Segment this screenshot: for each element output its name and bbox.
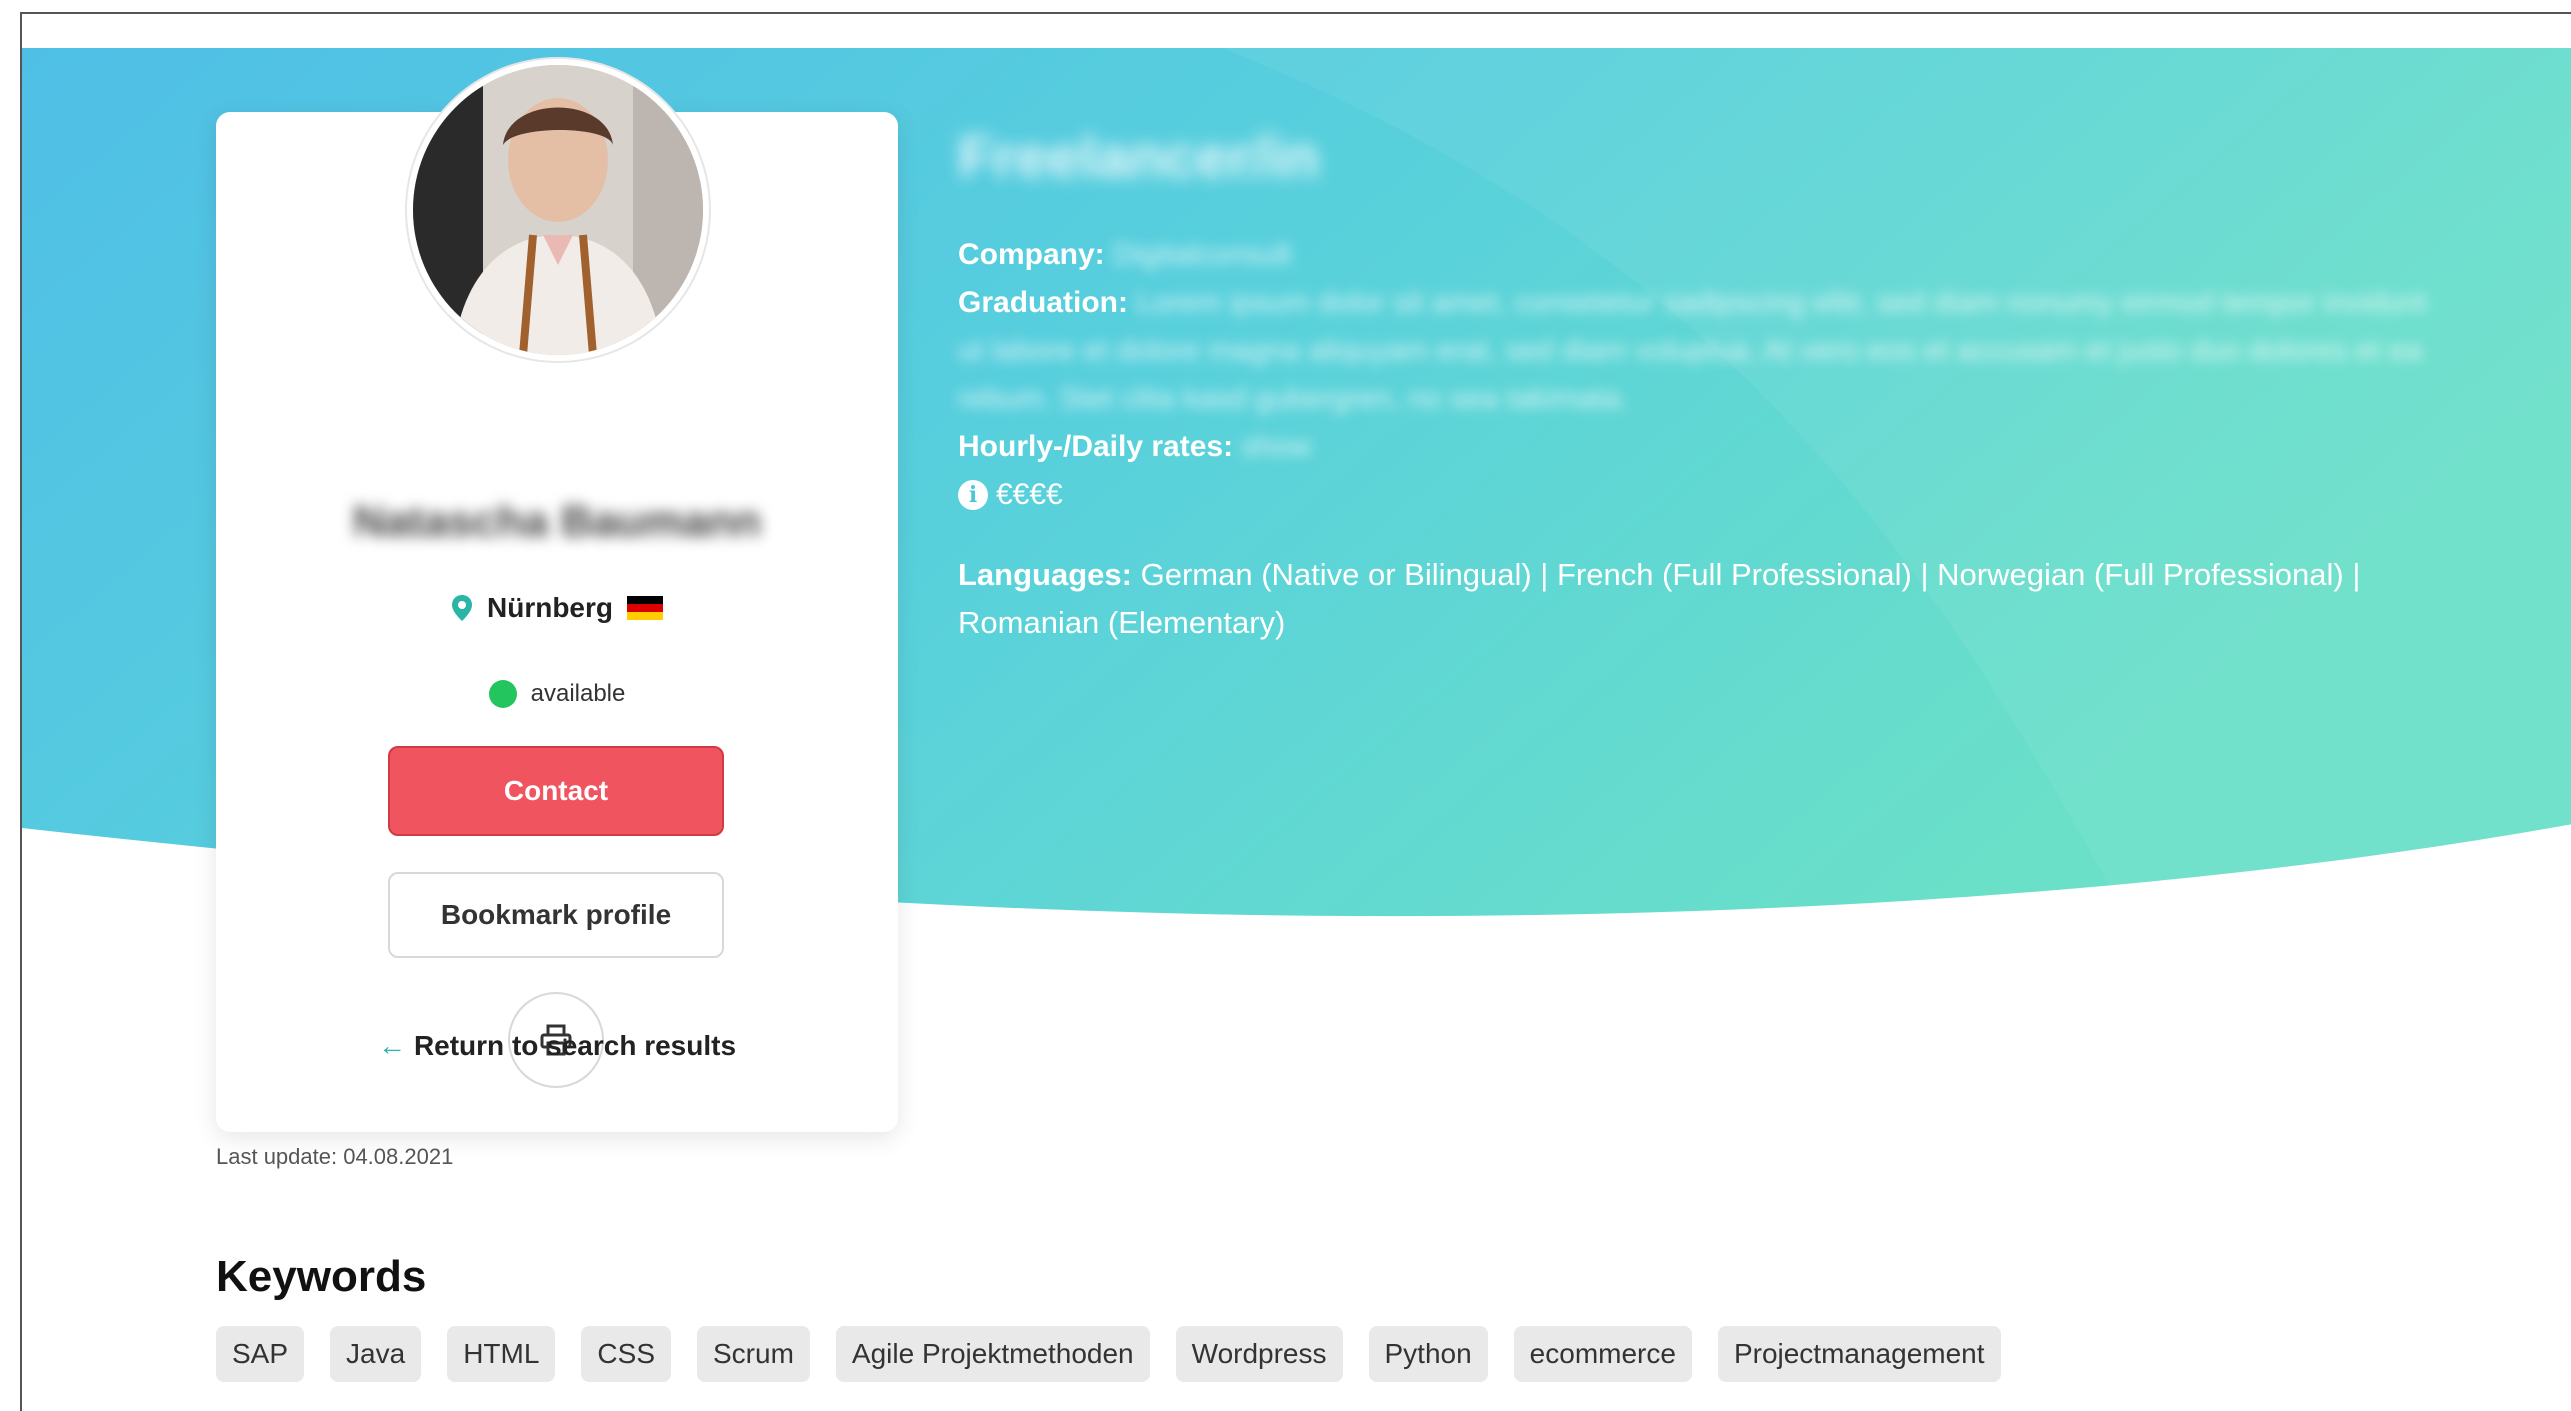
avatar xyxy=(407,59,709,361)
company-label: Company: xyxy=(958,238,1105,271)
price-level-row: i €€€€ xyxy=(958,471,2458,519)
keyword-tags: SAP Java HTML CSS Scrum Agile Projektmet… xyxy=(216,1326,2001,1382)
profile-name: Natascha Baumann xyxy=(352,497,762,546)
location-label: Nürnberg xyxy=(487,592,613,623)
availability-status: available xyxy=(216,680,898,708)
rates-row: Hourly-/Daily rates: show xyxy=(958,423,2458,471)
keyword-tag[interactable]: CSS xyxy=(581,1326,671,1382)
map-pin-icon xyxy=(452,595,472,621)
profile-headline: Freelancer/in xyxy=(958,125,1320,190)
keywords-title: Keywords xyxy=(216,1252,427,1301)
rates-label: Hourly-/Daily rates: xyxy=(958,430,1234,463)
arrow-left-icon: ← xyxy=(377,1030,406,1061)
company-row: Company: Digitalconsult xyxy=(958,231,2458,279)
graduation-value: Lorem ipsum dolor sit amet, consetetur s… xyxy=(958,286,2427,415)
status-dot-icon xyxy=(488,680,517,708)
contact-button[interactable]: Contact xyxy=(388,746,724,836)
graduation-label: Graduation: xyxy=(958,286,1128,319)
bookmark-profile-button[interactable]: Bookmark profile xyxy=(388,872,724,958)
de-flag-icon xyxy=(627,596,663,620)
keyword-tag[interactable]: Wordpress xyxy=(1175,1326,1343,1382)
keyword-tag[interactable]: SAP xyxy=(216,1326,305,1382)
keyword-tag[interactable]: Python xyxy=(1368,1326,1488,1382)
last-update: Last update: 04.08.2021 xyxy=(216,1144,454,1169)
rates-value[interactable]: show xyxy=(1241,430,1311,463)
keyword-tag[interactable]: Agile Projektmethoden xyxy=(835,1326,1150,1382)
languages-label: Languages: xyxy=(958,557,1132,592)
graduation-row: Graduation: Lorem ipsum dolor sit amet, … xyxy=(958,279,2458,423)
availability-label: available xyxy=(530,680,626,707)
info-icon[interactable]: i xyxy=(958,480,988,510)
keyword-tag[interactable]: HTML xyxy=(447,1326,556,1382)
keyword-tag[interactable]: Projectmanagement xyxy=(1717,1326,2001,1382)
return-label: Return to search results xyxy=(413,1030,737,1061)
price-level: €€€€ xyxy=(996,478,1063,511)
browser-frame: Natascha Baumann Nürnberg available Cont… xyxy=(20,12,2571,1411)
profile-info: Freelancer/in Company: Digitalconsult Gr… xyxy=(958,124,2458,647)
languages-value: German (Native or Bilingual) | French (F… xyxy=(958,557,2361,640)
languages-row: Languages: German (Native or Bilingual) … xyxy=(958,551,2458,647)
company-value: Digitalconsult xyxy=(1113,238,1292,271)
return-to-search-link[interactable]: ← Return to search results xyxy=(216,1030,898,1062)
keyword-tag[interactable]: ecommerce xyxy=(1513,1326,1692,1382)
location: Nürnberg xyxy=(216,592,898,624)
keyword-tag[interactable]: Scrum xyxy=(697,1326,810,1382)
keyword-tag[interactable]: Java xyxy=(330,1326,422,1382)
